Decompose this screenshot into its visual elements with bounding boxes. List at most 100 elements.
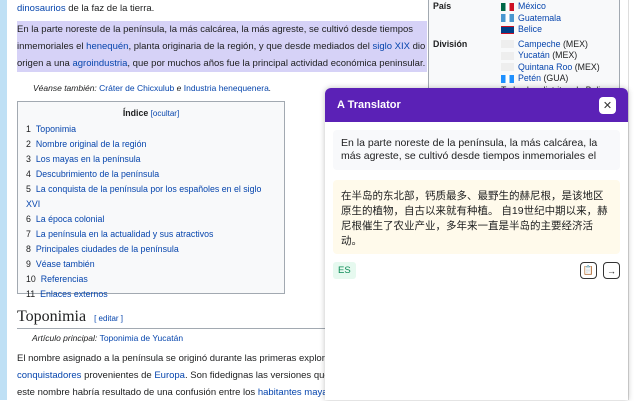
main-article-note: Artículo principal: Toponimia de Yucatán <box>32 333 183 343</box>
text: provenientes de <box>81 370 155 381</box>
toc-link[interactable]: Descubrimiento de la península <box>36 169 159 179</box>
toc-heading: Índice <box>122 108 149 118</box>
link-industria[interactable]: Industria henequenera <box>184 83 269 93</box>
toc-number: 1 <box>26 124 31 134</box>
guatemala-flag-icon <box>501 14 514 23</box>
link-henequen[interactable]: henequén <box>86 41 128 52</box>
text: (MEX) <box>549 50 578 60</box>
link-europa[interactable]: Europa <box>154 370 185 381</box>
text: (GUA) <box>541 73 569 83</box>
yucatan-flag-icon <box>501 51 514 60</box>
translator-panel: A Translator ✕ En la parte noreste de la… <box>325 88 628 400</box>
text: . Son fidedignas las versiones que <box>184 370 327 381</box>
belize-flag-icon <box>501 25 514 34</box>
toc-number: 5 <box>26 184 31 194</box>
infobox: País México Guatemala Belice División Ca… <box>428 0 620 96</box>
translator-header: A Translator ✕ <box>325 88 628 122</box>
toc-link[interactable]: La época colonial <box>36 214 104 224</box>
link-crater[interactable]: Cráter de Chicxulub <box>99 83 174 93</box>
toc-number: 9 <box>26 259 31 269</box>
link-campeche[interactable]: Campeche <box>518 39 561 49</box>
edit-link[interactable]: [ editar ] <box>94 314 123 323</box>
toc-toggle[interactable]: [ocultar] <box>151 109 179 118</box>
country-label: País <box>433 1 452 11</box>
toc-item[interactable]: 7 La península en la actualidad y sus atr… <box>26 227 276 242</box>
label: Véanse también: <box>33 83 100 93</box>
link-belice[interactable]: Belice <box>518 24 542 34</box>
campeche-flag-icon <box>501 40 514 49</box>
article-body: dinosaurios de la faz de la tierra. En l… <box>17 0 427 97</box>
text: este nombre habría resultado de una conf… <box>17 387 258 398</box>
toc-number: 11 <box>26 289 36 299</box>
toc-item[interactable]: 5 La conquista de la península por los es… <box>26 182 276 212</box>
link-conquistadores[interactable]: conquistadores <box>17 370 81 381</box>
link-dinosaurios[interactable]: dinosaurios <box>17 3 66 14</box>
toc-link[interactable]: Referencias <box>41 274 88 284</box>
link-habitantes-mayas[interactable]: habitantes mayas <box>258 387 327 398</box>
text: . <box>268 83 272 93</box>
toc-item[interactable]: 3 Los mayas en la península <box>26 152 276 167</box>
toc-number: 6 <box>26 214 31 224</box>
text: (MEX) <box>560 38 588 49</box>
toc-link[interactable]: Toponimia <box>36 124 76 134</box>
toc-item[interactable]: 9 Véase también <box>26 257 276 272</box>
text-line: El nombre asignado a la península se ori… <box>17 353 327 364</box>
link-agroindustria[interactable]: agroindustria <box>72 58 127 69</box>
toc-item[interactable]: 6 La época colonial <box>26 212 276 227</box>
text: (MEX) <box>572 61 600 72</box>
translator-title: A Translator <box>337 99 401 111</box>
page-edge <box>628 0 640 400</box>
clipboard-icon: 📋 <box>582 265 595 275</box>
toc-number: 8 <box>26 244 31 254</box>
link-mexico[interactable]: México <box>518 1 546 11</box>
source-text: En la parte noreste de la península, la … <box>333 130 620 170</box>
link-toponimia-yucatan[interactable]: Toponimia de Yucatán <box>100 333 184 343</box>
link-quintana-roo[interactable]: Quintana Roo <box>518 62 572 72</box>
toc-number: 3 <box>26 154 31 164</box>
section-heading: Toponimia [ editar ] <box>17 308 327 329</box>
toc-number: 2 <box>26 139 31 149</box>
mexico-flag-icon <box>501 2 514 11</box>
close-button[interactable]: ✕ <box>599 96 616 114</box>
toc-link[interactable]: Principales ciudades de la península <box>36 244 179 254</box>
toc-title: Índice [ocultar] <box>26 106 276 121</box>
toc-link[interactable]: La península en la actualidad y sus atra… <box>36 229 214 239</box>
toc-item[interactable]: 1 Toponimia <box>26 122 276 137</box>
toc-number: 4 <box>26 169 31 179</box>
left-edge <box>0 0 7 400</box>
section-title: Toponimia <box>17 308 87 325</box>
link-peten[interactable]: Petén <box>518 73 541 83</box>
label: Artículo principal: <box>32 333 100 343</box>
table-of-contents: Índice [ocultar] 1 Toponimia 2 Nombre origi… <box>17 101 285 299</box>
toc-link[interactable]: Enlaces externos <box>40 289 107 299</box>
toc-link[interactable]: La conquista de la península por los esp… <box>26 184 261 209</box>
toc-item[interactable]: 2 Nombre original de la región <box>26 137 276 152</box>
toc-item[interactable]: 8 Principales ciudades de la península <box>26 242 276 257</box>
selected-paragraph: En la parte noreste de la península, la … <box>17 21 427 72</box>
toc-link[interactable]: Los mayas en la península <box>36 154 141 164</box>
paragraph: El nombre asignado a la península se ori… <box>17 350 327 401</box>
toc-item[interactable]: 10 Referencias <box>26 272 276 287</box>
toc-item[interactable]: 4 Descubrimiento de la península <box>26 167 276 182</box>
toc-number: 7 <box>26 229 31 239</box>
link-guatemala[interactable]: Guatemala <box>518 13 561 23</box>
close-icon: ✕ <box>602 99 613 112</box>
text: de la faz de la tierra. <box>65 3 155 14</box>
translated-text: 在半岛的东北部，钙质最多、最野生的赫尼根，是该地区原生的植物，自古以来就有种植。… <box>333 180 620 254</box>
translator-footer: ES 📋 → <box>333 262 620 279</box>
text: , planta originaria de la región, y que … <box>128 41 373 52</box>
text: e <box>174 83 184 93</box>
toc-number: 10 <box>26 274 36 284</box>
toc-link[interactable]: Véase también <box>36 259 95 269</box>
insert-button[interactable]: → <box>603 262 620 279</box>
link-siglo-xix[interactable]: siglo XIX <box>372 41 410 52</box>
peten-flag-icon <box>501 74 514 83</box>
link-yucatan[interactable]: Yucatán <box>518 50 550 60</box>
toc-item[interactable]: 11 Enlaces externos <box>26 287 276 302</box>
source-language-badge[interactable]: ES <box>333 262 356 279</box>
text: , que por muchos años fue la principal a… <box>127 58 426 69</box>
arrow-right-icon: → <box>607 265 616 276</box>
quintana-roo-flag-icon <box>501 63 514 72</box>
toc-link[interactable]: Nombre original de la región <box>36 139 147 149</box>
copy-button[interactable]: 📋 <box>580 262 597 279</box>
